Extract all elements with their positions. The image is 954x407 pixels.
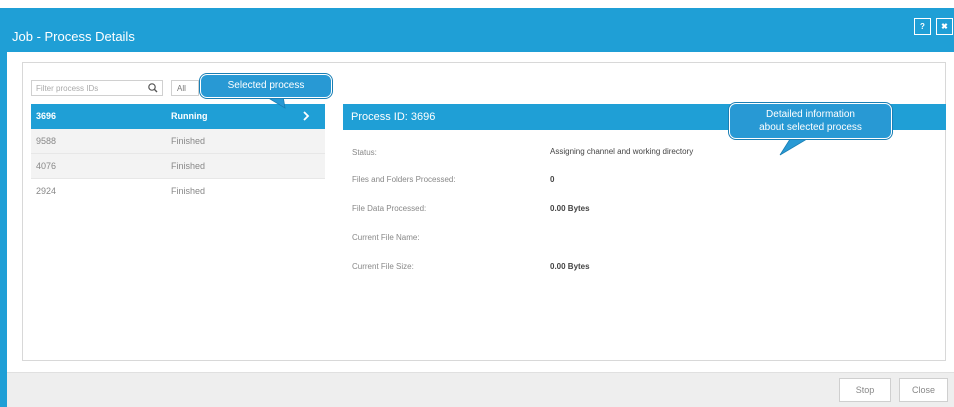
search-icon[interactable]	[146, 82, 160, 94]
callout-text: about selected process	[759, 122, 862, 133]
status-value: Assigning channel and working directory	[550, 147, 694, 156]
status-label: Status:	[352, 148, 377, 157]
current-file-size-value: 0.00 Bytes	[550, 262, 590, 271]
window-left-edge	[0, 52, 7, 407]
process-status: Finished	[171, 161, 206, 171]
file-data-processed-value: 0.00 Bytes	[550, 204, 590, 213]
process-row[interactable]: 9588 Finished	[31, 129, 325, 154]
callout-selected-process: Selected process	[200, 74, 332, 98]
stop-button[interactable]: Stop	[839, 378, 891, 402]
process-status: Finished	[171, 136, 206, 146]
callout-pointer	[264, 96, 286, 109]
file-data-processed-label: File Data Processed:	[352, 204, 427, 213]
callout-detailed-information: Detailed information about selected proc…	[729, 103, 892, 139]
files-folders-processed-label: Files and Folders Processed:	[352, 175, 456, 184]
process-id: 2924	[36, 186, 57, 196]
window-title: Job - Process Details	[12, 29, 135, 44]
process-status: Running	[171, 111, 208, 121]
callout-pointer	[779, 136, 813, 156]
files-folders-processed-value: 0	[550, 175, 555, 184]
process-status: Finished	[171, 186, 206, 196]
title-bar: Job - Process Details	[0, 8, 954, 52]
process-id: 3696	[36, 111, 57, 121]
current-file-size-label: Current File Size:	[352, 262, 414, 271]
callout-text: Detailed information	[766, 109, 855, 120]
close-button[interactable]: Close	[899, 378, 948, 402]
chevron-right-icon	[303, 111, 310, 121]
callout-text: Selected process	[227, 80, 305, 91]
process-id: 9588	[36, 136, 57, 146]
close-window-button[interactable]: ✖	[936, 18, 953, 35]
search-input[interactable]	[32, 81, 144, 95]
detail-title: Process ID: 3696	[351, 111, 436, 123]
process-row[interactable]: 2924 Finished	[31, 179, 325, 204]
footer-bar	[7, 372, 954, 407]
process-id: 4076	[36, 161, 57, 171]
help-button[interactable]: ?	[914, 18, 931, 35]
process-list: 3696 Running 9588 Finished 4076 Finished…	[31, 104, 325, 204]
search-box[interactable]	[31, 80, 163, 96]
status-filter-select[interactable]: All	[171, 80, 199, 96]
process-row[interactable]: 4076 Finished	[31, 154, 325, 179]
current-file-name-label: Current File Name:	[352, 233, 420, 242]
